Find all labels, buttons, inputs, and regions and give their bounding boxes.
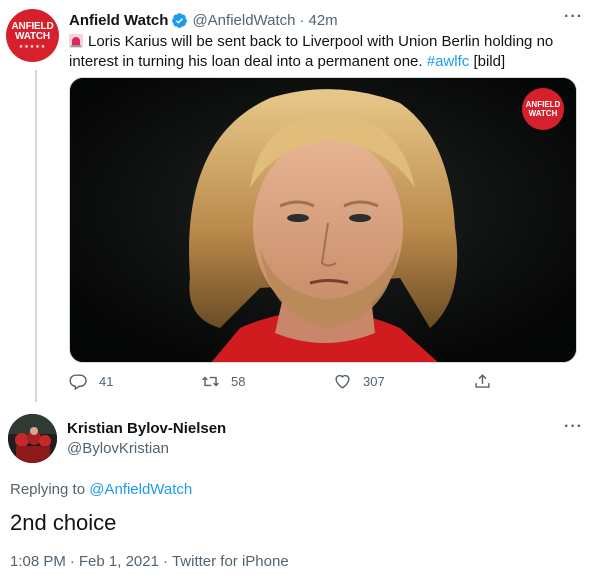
reply-icon [69, 374, 87, 391]
share-icon [475, 374, 490, 388]
meta-separator-2: · [162, 553, 168, 570]
reply-button[interactable]: 41 [69, 372, 113, 391]
tweet-anfield-watch[interactable]: ANFIELD WATCH ★★★★★ Anfield Watch @Anfie… [0, 0, 591, 402]
meta-separator: · [69, 553, 75, 570]
media-badge-text-1: ANFIELD [525, 100, 561, 109]
avatar-logo-text-2: WATCH [15, 30, 50, 42]
reply-more-icon[interactable]: ··· [564, 418, 583, 436]
replying-to: Replying to @AnfieldWatch [10, 481, 192, 498]
verified-icon [172, 12, 188, 28]
separator-dot: · [299, 11, 305, 29]
more-icon[interactable]: ··· [564, 8, 583, 26]
author-name[interactable]: Anfield Watch [69, 12, 168, 29]
replying-to-mention[interactable]: @AnfieldWatch [89, 481, 192, 498]
reply-author-handle[interactable]: @BylovKristian [67, 440, 169, 457]
reply-text: 2nd choice [10, 510, 117, 535]
like-button[interactable]: 307 [333, 372, 385, 391]
hashtag-link[interactable]: #awlfc [427, 53, 470, 70]
reply-avatar-photo [8, 414, 57, 463]
avatar-logo-text-1: ANFIELD [11, 20, 54, 32]
media-badge-text-2: WATCH [528, 109, 558, 118]
player-photo [70, 78, 576, 362]
retweet-button[interactable]: 58 [201, 372, 245, 391]
thread-line [35, 70, 37, 402]
tweet-text: Loris Karius will be sent back to Liverp… [69, 32, 574, 72]
tweet-time[interactable]: 42m [309, 12, 338, 29]
reply-date[interactable]: Feb 1, 2021 [79, 553, 159, 570]
tweet-header: Anfield Watch @AnfieldWatch · 42m [69, 10, 581, 30]
avatar-stars: ★★★★★ [18, 43, 47, 50]
tweet-body-suffix: [bild] [473, 53, 506, 70]
reply-author-name[interactable]: Kristian Bylov-Nielsen [67, 420, 226, 437]
siren-icon [69, 34, 83, 48]
reply-count: 41 [99, 374, 114, 389]
tweet-media-photo[interactable]: ANFIELD WATCH [69, 77, 577, 363]
reply-source[interactable]: Twitter for iPhone [172, 553, 289, 570]
like-count: 307 [363, 374, 385, 389]
retweet-count: 58 [231, 374, 246, 389]
share-button[interactable] [473, 372, 503, 391]
reply-avatar[interactable] [8, 414, 57, 463]
avatar[interactable]: ANFIELD WATCH ★★★★★ [6, 9, 59, 62]
media-watermark-logo: ANFIELD WATCH [522, 88, 564, 130]
reply-meta: 1:08 PM · Feb 1, 2021 · Twitter for iPhone [10, 553, 289, 570]
author-handle[interactable]: @AnfieldWatch [192, 12, 295, 29]
tweet-actions: 41 58 307 [69, 372, 499, 394]
replying-to-label: Replying to [10, 481, 86, 498]
retweet-icon [202, 376, 219, 387]
like-icon [335, 374, 350, 389]
reply-time[interactable]: 1:08 PM [10, 553, 66, 570]
